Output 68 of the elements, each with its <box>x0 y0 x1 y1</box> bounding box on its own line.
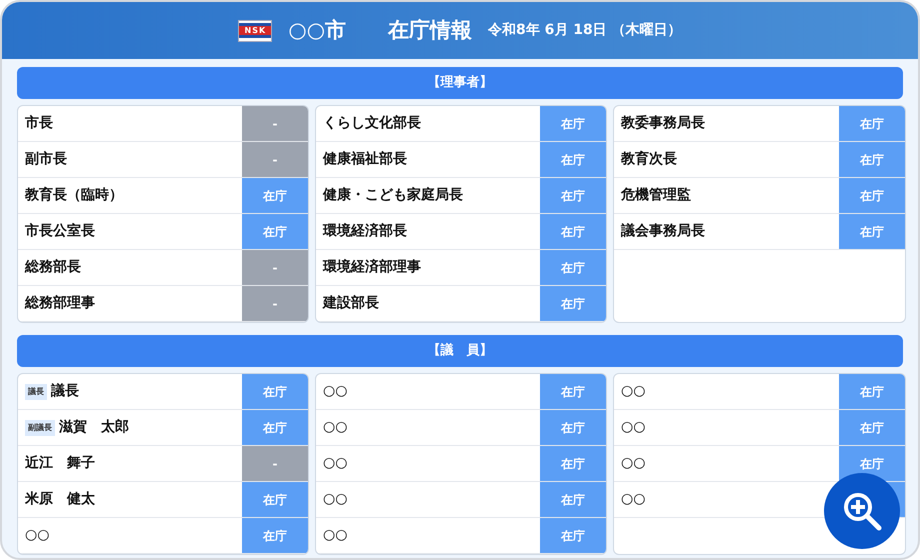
status-cell: 在庁 <box>839 142 905 177</box>
status-cell: 在庁 <box>540 482 606 517</box>
person-name: 市長 <box>25 114 53 133</box>
person-name: 近江 舞子 <box>25 454 95 473</box>
person-name: 建設部長 <box>323 294 379 313</box>
person-name: 副市長 <box>25 150 67 169</box>
logo-icon: NSK <box>238 20 272 42</box>
person-name: 教育長（臨時） <box>25 186 123 205</box>
person-name: 健康・こども家庭局長 <box>323 186 463 205</box>
status-cell: 在庁 <box>540 142 606 177</box>
status-cell: 在庁 <box>839 178 905 213</box>
person-name: ○○ <box>621 490 646 509</box>
status-cell: 在庁 <box>540 446 606 481</box>
person-name: 市長公室長 <box>25 222 95 241</box>
status-cell: 在庁 <box>540 374 606 409</box>
status-cell: - <box>242 286 308 321</box>
person-name: 環境経済部理事 <box>323 258 421 277</box>
person-name: ○○ <box>621 382 646 401</box>
person-name: 滋賀 太郎 <box>59 418 129 437</box>
status-cell: 在庁 <box>540 250 606 285</box>
status-cell: 在庁 <box>540 106 606 141</box>
person-name: 総務部理事 <box>25 294 95 313</box>
person-name: ○○ <box>323 454 348 473</box>
status-cell: 在庁 <box>242 374 308 409</box>
person-name: 総務部長 <box>25 258 81 277</box>
status-cell: 在庁 <box>242 178 308 213</box>
role-tag: 副議長 <box>25 420 55 436</box>
person-name: ○○ <box>323 490 348 509</box>
person-name: 健康福祉部長 <box>323 150 407 169</box>
person-name: ○○ <box>323 382 348 401</box>
person-name: ○○ <box>621 418 646 437</box>
status-cell: - <box>242 106 308 141</box>
status-cell: 在庁 <box>540 286 606 321</box>
date-text: 令和8年 6月 18日 （木曜日） <box>488 21 682 40</box>
section-heading: 【理事者】 <box>17 67 903 99</box>
status-cell: - <box>242 250 308 285</box>
status-cell: - <box>242 142 308 177</box>
status-cell: 在庁 <box>242 410 308 445</box>
section-heading: 【議 員】 <box>17 335 903 367</box>
status-cell: - <box>242 446 308 481</box>
zoom-in-icon <box>841 490 883 532</box>
status-cell: 在庁 <box>839 214 905 249</box>
status-cell: 在庁 <box>242 214 308 249</box>
person-name: くらし文化部長 <box>323 114 421 133</box>
person-name: 教委事務局長 <box>621 114 705 133</box>
status-cell: 在庁 <box>839 446 905 481</box>
status-cell: 在庁 <box>839 374 905 409</box>
status-cell: 在庁 <box>540 518 606 553</box>
status-cell: 在庁 <box>242 482 308 517</box>
status-cell: 在庁 <box>540 410 606 445</box>
status-cell: 在庁 <box>839 410 905 445</box>
person-name: ○○ <box>323 418 348 437</box>
person-name: ○○ <box>323 526 348 545</box>
status-cell: 在庁 <box>540 214 606 249</box>
person-name: ○○ <box>25 526 50 545</box>
status-cell: 在庁 <box>540 178 606 213</box>
person-name: 危機管理監 <box>621 186 691 205</box>
person-name: 議長 <box>51 382 79 401</box>
person-name: 議会事務局長 <box>621 222 705 241</box>
person-name: 環境経済部長 <box>323 222 407 241</box>
person-name: 米原 健太 <box>25 490 95 509</box>
status-cell: 在庁 <box>242 518 308 553</box>
city-name: ○○市 <box>288 16 346 44</box>
role-tag: 議長 <box>25 384 47 400</box>
page-title: 在庁情報 <box>388 16 472 44</box>
status-cell: 在庁 <box>839 106 905 141</box>
person-name: ○○ <box>621 454 646 473</box>
person-name: 教育次長 <box>621 150 677 169</box>
